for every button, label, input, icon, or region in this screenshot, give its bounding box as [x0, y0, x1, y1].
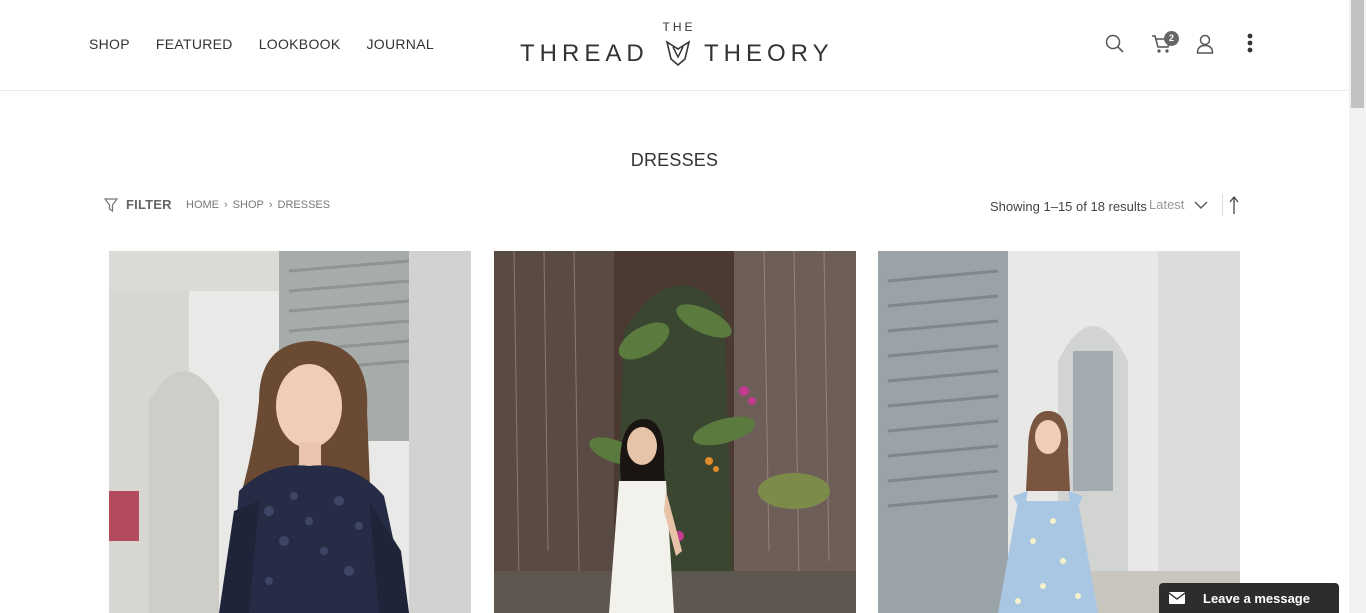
logo-word-thread: THREAD [520, 40, 649, 67]
filter-button[interactable]: FILTER [104, 197, 172, 212]
nav-lookbook[interactable]: LOOKBOOK [259, 36, 341, 52]
sort-direction-arrow-icon[interactable] [1228, 195, 1240, 215]
page-scrollbar[interactable] [1349, 0, 1366, 613]
filter-icon [104, 197, 118, 212]
product-image [494, 251, 856, 613]
breadcrumb-shop[interactable]: SHOP [233, 199, 264, 211]
sort-selected-value: Latest [1149, 197, 1185, 212]
leave-message-chat-button[interactable]: Leave a message [1159, 583, 1339, 613]
cart-count-badge: 2 [1164, 31, 1179, 46]
breadcrumb-separator: › [268, 199, 273, 211]
page-title: DRESSES [630, 150, 719, 170]
breadcrumb-separator: › [224, 199, 228, 211]
breadcrumb: HOME › SHOP › DRESSES [186, 199, 330, 211]
search-icon[interactable] [1105, 34, 1125, 54]
logo-emblem-icon [665, 40, 691, 67]
logo-the: THE [662, 20, 696, 34]
breadcrumb-current: DRESSES [277, 199, 331, 211]
site-logo[interactable]: THE THREAD THEORY [518, 20, 832, 72]
breadcrumb-home[interactable]: HOME [186, 199, 219, 211]
nav-journal[interactable]: JOURNAL [366, 36, 433, 52]
product-image [109, 251, 471, 613]
filter-label: FILTER [126, 197, 172, 212]
toolbar-divider [1222, 194, 1223, 216]
product-card[interactable] [109, 251, 471, 613]
more-vertical-icon[interactable] [1246, 33, 1254, 55]
logo-word-theory: THEORY [704, 40, 834, 67]
results-count: Showing 1–15 of 18 results [990, 199, 1147, 214]
user-icon[interactable] [1196, 34, 1214, 54]
product-card[interactable] [494, 251, 856, 613]
chevron-down-icon [1194, 201, 1208, 209]
site-header: SHOP FEATURED LOOKBOOK JOURNAL THE THREA… [0, 0, 1349, 91]
sort-select[interactable]: Latest [1149, 197, 1208, 212]
product-card[interactable] [878, 251, 1240, 613]
nav-featured[interactable]: FEATURED [156, 36, 233, 52]
envelope-icon [1169, 592, 1185, 604]
nav-shop[interactable]: SHOP [89, 36, 130, 52]
product-image [878, 251, 1240, 613]
chat-label: Leave a message [1203, 590, 1310, 606]
scrollbar-thumb[interactable] [1351, 0, 1364, 108]
main-nav: SHOP FEATURED LOOKBOOK JOURNAL [89, 36, 460, 52]
